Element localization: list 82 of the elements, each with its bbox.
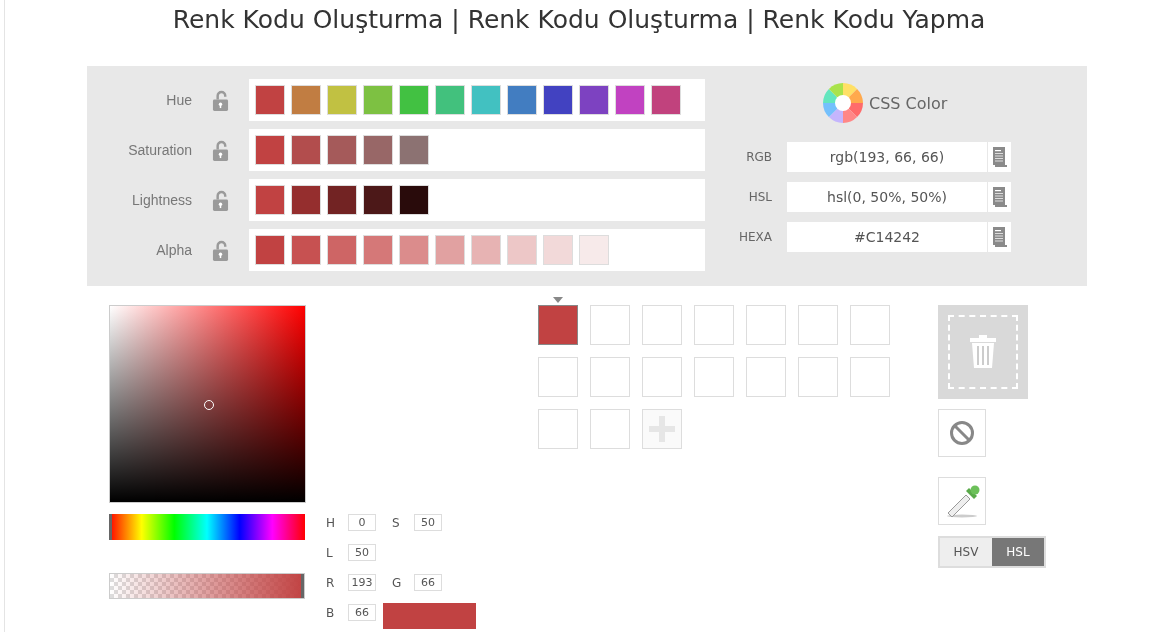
color-swatch[interactable] (543, 85, 573, 115)
copy-button[interactable] (988, 222, 1011, 252)
input-label: G (392, 575, 403, 590)
color-swatch[interactable] (327, 185, 357, 215)
color-swatch[interactable] (615, 85, 645, 115)
color-swatch[interactable] (471, 85, 501, 115)
row-label: Lightness (131, 192, 192, 208)
color-swatch[interactable] (435, 235, 465, 265)
color-swatch[interactable] (399, 235, 429, 265)
color-swatch[interactable] (327, 85, 357, 115)
logo-text: CSS Color (869, 93, 948, 113)
color-swatch[interactable] (651, 85, 681, 115)
row-label: Alpha (155, 242, 192, 258)
trash-drop-zone[interactable] (938, 305, 1028, 399)
hue-slider[interactable] (109, 514, 305, 540)
color-swatch[interactable] (255, 135, 285, 165)
alpha-slider[interactable] (109, 573, 305, 599)
slider-handle[interactable] (301, 574, 304, 598)
palette-slot[interactable] (538, 305, 578, 345)
value-input[interactable]: 66 (414, 574, 442, 591)
input-label: H (326, 515, 337, 530)
color-value-field[interactable]: hsl(0, 50%, 50%) (787, 182, 987, 212)
selected-marker-icon (553, 297, 563, 303)
padlock-icon[interactable] (212, 189, 229, 211)
ban-icon (949, 420, 975, 446)
mode-tab[interactable]: HSV (940, 538, 992, 566)
input-label: B (326, 605, 336, 620)
aperture-logo-icon (823, 83, 863, 123)
color-swatch[interactable] (399, 85, 429, 115)
document-icon (992, 186, 1007, 208)
field-label: HSL (747, 190, 772, 204)
color-swatch[interactable] (399, 135, 429, 165)
input-label: L (326, 545, 334, 560)
color-swatch[interactable] (255, 85, 285, 115)
color-swatch[interactable] (291, 135, 321, 165)
value-input[interactable]: 50 (348, 544, 376, 561)
color-swatch[interactable] (255, 235, 285, 265)
color-swatch[interactable] (471, 235, 501, 265)
color-swatch[interactable] (507, 85, 537, 115)
color-swatch[interactable] (363, 135, 393, 165)
saturation-lightness-picker[interactable] (109, 305, 306, 503)
padlock-icon[interactable] (212, 239, 229, 261)
add-color-button[interactable] (642, 409, 682, 449)
value-input[interactable]: 0 (348, 514, 376, 531)
color-swatch[interactable] (291, 85, 321, 115)
copy-button[interactable] (988, 182, 1011, 212)
copy-button[interactable] (988, 142, 1011, 172)
color-swatch[interactable] (291, 185, 321, 215)
color-swatch[interactable] (435, 85, 465, 115)
padlock-icon[interactable] (212, 89, 229, 111)
value-input[interactable]: 66 (348, 604, 376, 621)
eyedropper-button[interactable] (938, 477, 986, 525)
color-value-field[interactable]: rgb(193, 66, 66) (787, 142, 987, 172)
padlock-icon[interactable] (212, 139, 229, 161)
color-swatch[interactable] (507, 235, 537, 265)
clear-button[interactable] (938, 409, 986, 457)
page-title: Renk Kodu Oluşturma | Renk Kodu Oluşturma | Renk Kodu Yapma (171, 4, 987, 36)
color-swatch[interactable] (543, 235, 573, 265)
color-swatch[interactable] (579, 85, 609, 115)
document-icon (992, 226, 1007, 248)
input-label: S (392, 515, 401, 530)
value-input[interactable]: 193 (348, 574, 376, 591)
color-swatch[interactable] (255, 185, 285, 215)
value-input[interactable]: 50 (414, 514, 442, 531)
trash-icon (968, 335, 998, 369)
mode-tab[interactable]: HSL (992, 538, 1044, 566)
row-label: Saturation (127, 142, 192, 158)
color-swatch[interactable] (579, 235, 609, 265)
color-swatch[interactable] (363, 235, 393, 265)
color-swatch[interactable] (327, 235, 357, 265)
slider-handle[interactable] (109, 514, 112, 540)
color-swatch[interactable] (291, 235, 321, 265)
field-label: RGB (745, 150, 772, 164)
row-label: Hue (165, 92, 192, 108)
color-swatch[interactable] (399, 185, 429, 215)
color-swatch[interactable] (363, 85, 393, 115)
input-label: R (326, 575, 336, 590)
color-swatch[interactable] (327, 135, 357, 165)
color-swatch[interactable] (363, 185, 393, 215)
field-label: HEXA (737, 230, 772, 244)
color-value-field[interactable]: #C14242 (787, 222, 987, 252)
document-icon (992, 146, 1007, 168)
